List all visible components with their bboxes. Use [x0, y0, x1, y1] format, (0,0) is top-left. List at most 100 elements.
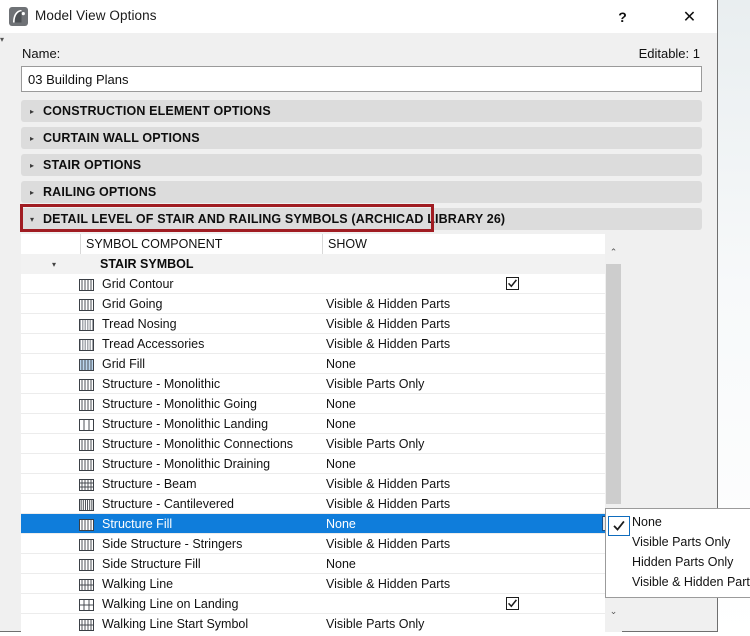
chevron-right-icon: ▸	[29, 187, 34, 197]
row-show-value: Visible & Hidden Parts	[326, 496, 451, 511]
chevron-down-icon: ▾	[29, 214, 34, 224]
chevron-right-icon: ▸	[29, 160, 34, 170]
table-row[interactable]: Structure - Monolithic Going None	[21, 394, 621, 414]
tread-nosing-hatch-icon	[79, 318, 94, 331]
chevron-down-icon: ▾	[51, 259, 56, 269]
structure-monolithic-connections-hatch-icon	[79, 438, 94, 451]
row-show-value: None	[326, 516, 356, 531]
section-label: STAIR OPTIONS	[43, 158, 142, 172]
table-row[interactable]: Structure - Monolithic Visible Parts Only	[21, 374, 621, 394]
menu-item-label: Hidden Parts Only	[632, 555, 734, 569]
row-component-name: Structure - Cantilevered	[102, 496, 235, 511]
row-show-value: Visible & Hidden Parts	[326, 316, 451, 331]
row-component-name: Structure Fill	[102, 516, 173, 531]
section-label: CURTAIN WALL OPTIONS	[43, 131, 200, 145]
chevron-right-icon: ▸	[29, 106, 34, 116]
table-header-symbol-component: SYMBOL COMPONENT	[81, 234, 323, 254]
row-component-name: Structure - Beam	[102, 476, 197, 491]
structure-fill-hatch-icon	[79, 518, 94, 531]
section-detail-level-of-stair-and-railing-symbols[interactable]: ▾ DETAIL LEVEL OF STAIR AND RAILING SYMB…	[21, 208, 702, 230]
table-body: Grid Contour Grid Going Visible & Hidden P…	[21, 274, 621, 632]
row-show-checkbox[interactable]	[506, 597, 519, 610]
row-component-name: Grid Going	[102, 296, 163, 311]
table-row[interactable]: Walking Line on Landing	[21, 594, 621, 614]
dropdown-menu-item[interactable]: Visible Parts Only	[606, 532, 750, 552]
row-show-checkbox[interactable]	[506, 277, 519, 290]
row-show-value: Visible & Hidden Parts	[326, 296, 451, 311]
row-component-name: Structure - Monolithic Connections	[102, 436, 294, 451]
row-component-name: Structure - Monolithic Going	[102, 396, 257, 411]
table-row[interactable]: Walking Line Start Symbol Visible Parts O…	[21, 614, 621, 632]
table-row[interactable]: Tread Nosing Visible & Hidden Parts	[21, 314, 621, 334]
row-component-name: Structure - Monolithic Landing	[102, 416, 269, 431]
table-row[interactable]: Tread Accessories Visible & Hidden Parts	[21, 334, 621, 354]
row-show-value: Visible Parts Only	[326, 436, 425, 451]
row-component-name: Walking Line Start Symbol	[102, 616, 249, 631]
side-structure-stringers-hatch-icon	[79, 538, 94, 551]
structure-beam-hatch-icon	[79, 478, 94, 491]
table-row[interactable]: Structure - Monolithic Connections Visibl…	[21, 434, 621, 454]
dropdown-menu-item[interactable]: Visible & Hidden Parts	[606, 572, 750, 592]
section-label: RAILING OPTIONS	[43, 185, 157, 199]
table-row[interactable]: Structure - Cantilevered Visible & Hidden…	[21, 494, 621, 514]
scroll-down-arrow-icon[interactable]: ⌄	[605, 603, 622, 620]
table-row[interactable]: Structure - Beam Visible & Hidden Parts	[21, 474, 621, 494]
dropdown-menu-item[interactable]: Hidden Parts Only	[606, 552, 750, 572]
table-row[interactable]: Structure - Monolithic Draining None	[21, 454, 621, 474]
show-option-dropdown-menu[interactable]: None Visible Parts Only Hidden Parts Only V…	[605, 508, 750, 598]
screen: Model View Options ? ✕ ▾ Name: Editable:…	[0, 0, 750, 636]
section-railing-options[interactable]: ▸ RAILING OPTIONS	[21, 181, 702, 203]
row-component-name: Walking Line	[102, 576, 174, 591]
table-header-show: SHOW	[328, 237, 367, 251]
dialog-titlebar: Model View Options ? ✕	[0, 0, 717, 33]
row-show-value: None	[326, 456, 356, 471]
walking-line-on-landing-hatch-icon	[79, 598, 94, 611]
row-component-name: Grid Contour	[102, 276, 174, 291]
section-construction-element-options[interactable]: ▸ CONSTRUCTION ELEMENT OPTIONS	[21, 100, 702, 122]
dialog-title: Model View Options	[35, 8, 157, 23]
scrollbar-thumb[interactable]	[606, 264, 621, 504]
menu-item-label: Visible & Hidden Parts	[632, 575, 750, 589]
structure-cantilevered-hatch-icon	[79, 498, 94, 511]
name-input[interactable]	[21, 66, 702, 92]
table-row[interactable]: Structure - Monolithic Landing None	[21, 414, 621, 434]
row-show-value: None	[326, 556, 356, 571]
structure-monolithic-landing-hatch-icon	[79, 418, 94, 431]
walking-line-start-symbol-hatch-icon	[79, 618, 94, 631]
structure-monolithic-draining-hatch-icon	[79, 458, 94, 471]
structure-monolithic-hatch-icon	[79, 378, 94, 391]
section-stair-options[interactable]: ▸ STAIR OPTIONS	[21, 154, 702, 176]
dropdown-menu-item[interactable]: None	[606, 512, 750, 536]
row-show-value: Visible & Hidden Parts	[326, 476, 451, 491]
row-show-value: Visible Parts Only	[326, 616, 425, 631]
section-curtain-wall-options[interactable]: ▸ CURTAIN WALL OPTIONS	[21, 127, 702, 149]
table-group-row-stair-symbol[interactable]: ▾ STAIR SYMBOL	[21, 254, 621, 274]
symbol-component-table: SYMBOL COMPONENT SHOW ▾ STAIR SYMBOL Gri…	[21, 234, 621, 632]
section-label: CONSTRUCTION ELEMENT OPTIONS	[43, 104, 271, 118]
table-row[interactable]: Grid Going Visible & Hidden Parts	[21, 294, 621, 314]
table-row[interactable]: Side Structure - Stringers Visible & Hidd…	[21, 534, 621, 554]
left-edge-marker-icon: ▾	[0, 35, 5, 44]
grid-going-hatch-icon	[79, 298, 94, 311]
table-row[interactable]: Grid Contour	[21, 274, 621, 294]
row-show-value: Visible Parts Only	[326, 376, 425, 391]
table-row[interactable]: Grid Fill None	[21, 354, 621, 374]
help-button[interactable]: ?	[600, 0, 645, 33]
table-header-row: SYMBOL COMPONENT SHOW	[21, 234, 621, 254]
table-row[interactable]: Walking Line Visible & Hidden Parts	[21, 574, 621, 594]
structure-monolithic-going-hatch-icon	[79, 398, 94, 411]
close-button[interactable]: ✕	[667, 0, 712, 33]
row-show-value: Visible & Hidden Parts	[326, 336, 451, 351]
row-component-name: Side Structure Fill	[102, 556, 201, 571]
row-component-name: Walking Line on Landing	[102, 596, 239, 611]
grid-fill-hatch-icon	[79, 358, 94, 371]
row-show-value: Visible & Hidden Parts	[326, 536, 451, 551]
table-row[interactable]: Side Structure Fill None	[21, 554, 621, 574]
section-label: DETAIL LEVEL OF STAIR AND RAILING SYMBOL…	[43, 212, 506, 226]
row-show-value: Visible & Hidden Parts	[326, 576, 451, 591]
name-label: Name:	[22, 46, 61, 61]
scroll-up-arrow-icon[interactable]: ⌃	[605, 244, 622, 261]
table-row[interactable]: Structure FillNone▸	[21, 514, 621, 534]
menu-item-label: Visible Parts Only	[632, 535, 731, 549]
walking-line-hatch-icon	[79, 578, 94, 591]
